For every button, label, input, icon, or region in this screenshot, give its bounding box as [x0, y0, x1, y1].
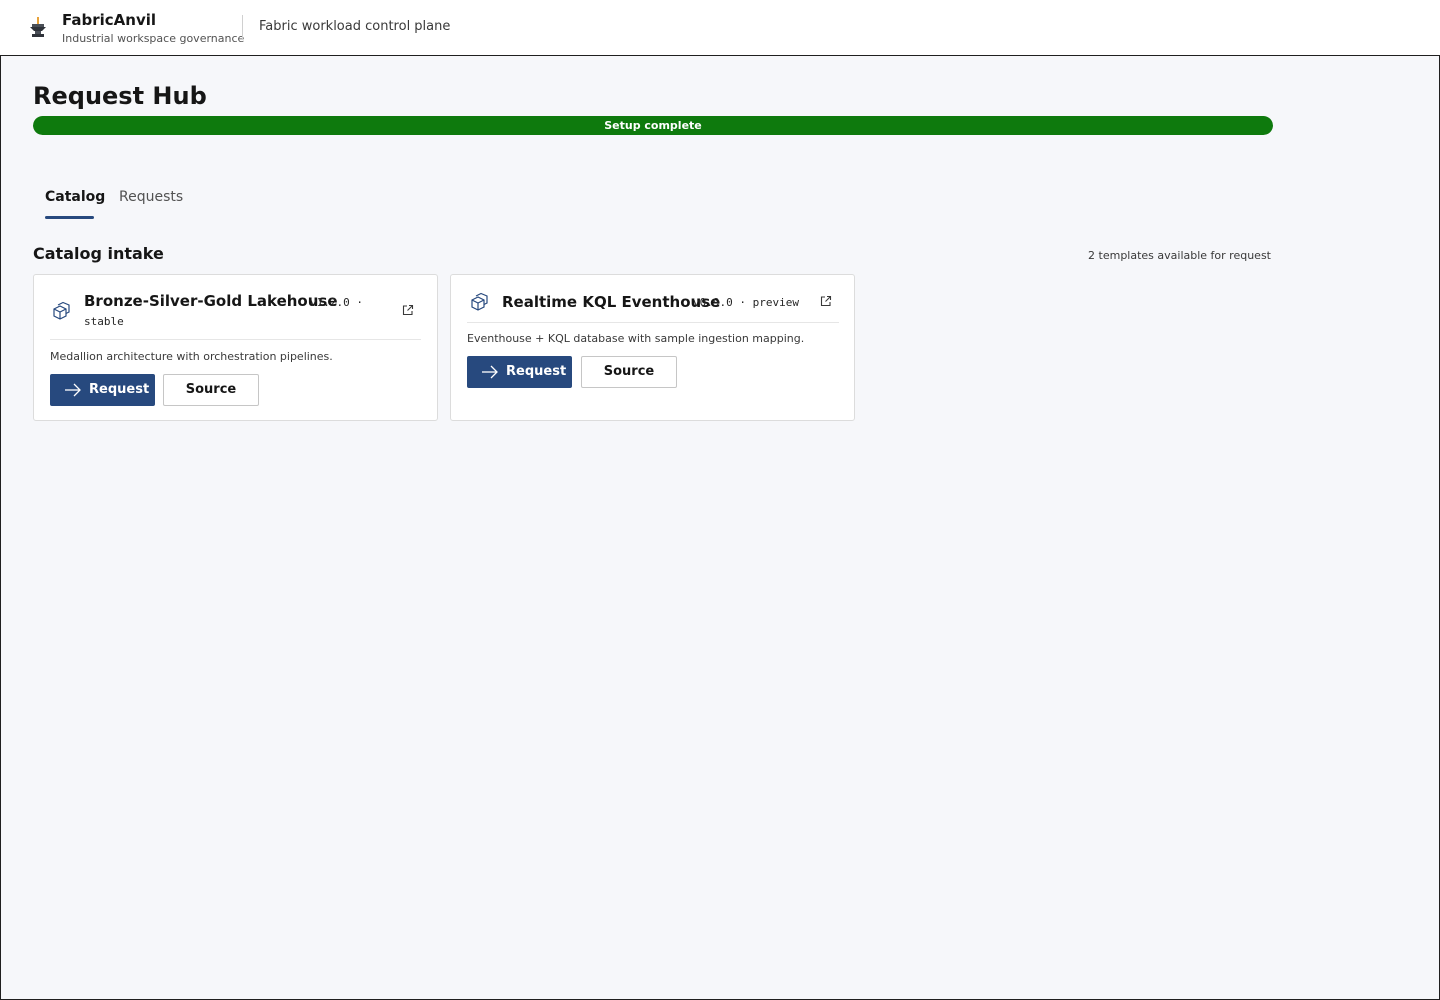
- main-content: Request Hub Setup complete Catalog Reque…: [0, 56, 1440, 1000]
- card-description: Eventhouse + KQL database with sample in…: [467, 332, 805, 345]
- cube-stack-icon: [53, 301, 70, 320]
- request-button-label: Request: [506, 364, 567, 379]
- template-count: 2 templates available for request: [1088, 249, 1271, 262]
- card-channel: stable: [84, 315, 124, 328]
- request-button[interactable]: Request: [467, 356, 572, 388]
- card-version: v0.9.0 · preview: [693, 296, 799, 309]
- source-button[interactable]: Source: [163, 374, 259, 406]
- section-title: Catalog intake: [33, 244, 164, 263]
- cube-stack-icon: [471, 292, 488, 311]
- card-title: Realtime KQL Eventhouse: [502, 293, 721, 311]
- header-divider: [242, 15, 243, 40]
- page-title: Request Hub: [33, 82, 207, 110]
- source-button[interactable]: Source: [581, 356, 677, 388]
- app-header: FabricAnvil Industrial workspace governa…: [0, 0, 1440, 56]
- catalog-card-eventhouse: Realtime KQL Eventhouse v0.9.0 · preview…: [450, 274, 855, 421]
- tab-catalog[interactable]: Catalog: [45, 189, 105, 205]
- request-button-label: Request: [89, 382, 150, 397]
- request-button[interactable]: Request: [50, 374, 155, 406]
- card-title: Bronze-Silver-Gold Lakehouse: [84, 292, 338, 310]
- active-tab-indicator: [45, 216, 94, 219]
- external-link-icon[interactable]: [820, 295, 832, 307]
- card-version: v1.2.0 ·: [310, 296, 363, 309]
- setup-progress-bar: Setup complete: [33, 116, 1273, 135]
- external-link-icon[interactable]: [402, 304, 414, 316]
- card-separator: [50, 339, 421, 340]
- progress-label: Setup complete: [604, 119, 702, 132]
- brand-subtitle: Industrial workspace governance: [62, 32, 245, 45]
- catalog-card-lakehouse: Bronze-Silver-Gold Lakehouse v1.2.0 · st…: [33, 274, 438, 421]
- tab-requests[interactable]: Requests: [119, 189, 183, 205]
- card-separator: [467, 322, 839, 323]
- brand-name: FabricAnvil: [62, 11, 157, 29]
- header-tagline: Fabric workload control plane: [259, 19, 451, 34]
- card-description: Medallion architecture with orchestratio…: [50, 350, 333, 363]
- anvil-icon: [30, 17, 46, 37]
- arrow-right-icon: [482, 365, 498, 379]
- arrow-right-icon: [65, 383, 81, 397]
